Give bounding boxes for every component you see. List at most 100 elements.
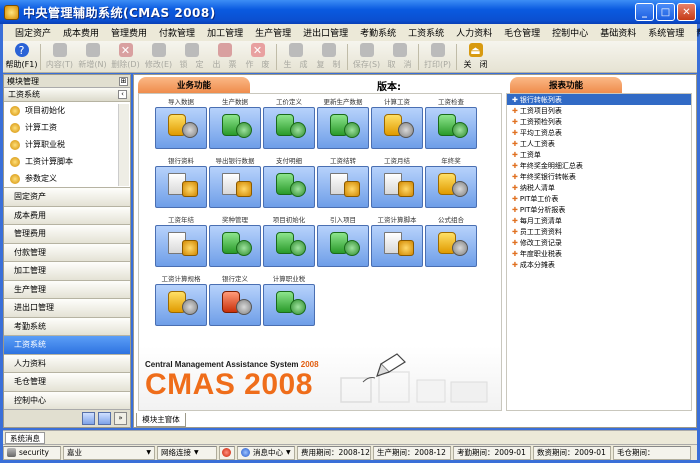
function-button[interactable]: 公式组合	[425, 216, 477, 268]
function-button[interactable]: 引入项目	[317, 216, 369, 268]
menu-item[interactable]: 人力资料	[450, 26, 498, 39]
pin-icon[interactable]: ⊞	[119, 76, 128, 86]
toolbar-button[interactable]: 复 制	[312, 41, 345, 72]
toolbar-button[interactable]: 修改(E)	[142, 41, 175, 72]
toolbar-button[interactable]: ✕ 作 废	[241, 41, 274, 72]
report-item[interactable]: ✚ 年终奖金明细汇总表	[507, 160, 691, 171]
menu-item[interactable]: 管理费用	[105, 26, 153, 39]
function-button[interactable]: 工资检查	[425, 98, 477, 150]
report-item[interactable]: ✚ 工资项目列表	[507, 105, 691, 116]
report-item[interactable]: ✚ 工人工资表	[507, 138, 691, 149]
module-sub-item[interactable]: 工资计算脚本	[4, 153, 130, 170]
report-item[interactable]: ✚ 年度职业税表	[507, 248, 691, 259]
toolbar-button[interactable]: ✕ 删除(D)	[109, 41, 142, 72]
module-group[interactable]: 固定资产	[4, 188, 130, 207]
main-window-tab[interactable]: 模块主窗体	[136, 413, 186, 427]
function-button[interactable]: 导出银行数据	[209, 157, 261, 209]
toolbar-button[interactable]: 出 票	[208, 41, 241, 72]
report-item[interactable]: ✚ 年终奖银行转帐表	[507, 171, 691, 182]
module-group[interactable]: 控制中心	[4, 391, 130, 410]
toolbar-button[interactable]: ⏏ 关 闭	[459, 41, 492, 72]
report-item[interactable]: ✚ 修改工资记录	[507, 237, 691, 248]
module-sub-item[interactable]: 项目初始化	[4, 102, 130, 119]
module-group[interactable]: 管理费用	[4, 225, 130, 244]
sub-list-scrollbar[interactable]	[118, 104, 129, 186]
report-item[interactable]: ✚ 工资预检列表	[507, 116, 691, 127]
menu-item[interactable]: 控制中心	[546, 26, 594, 39]
report-item[interactable]: ✚ 每月工资清单	[507, 215, 691, 226]
module-group[interactable]: 毛仓管理	[4, 373, 130, 392]
function-button[interactable]: 计算职业税	[263, 275, 315, 327]
more-icon[interactable]: »	[114, 412, 127, 425]
report-item[interactable]: ✚ PIT单分析报表	[507, 204, 691, 215]
system-message-tab[interactable]: 系统消息	[5, 432, 45, 444]
menu-item[interactable]: 帮助	[690, 26, 700, 39]
module-group[interactable]: 加工管理	[4, 262, 130, 281]
function-button[interactable]: 导入数据	[155, 98, 207, 150]
menu-item[interactable]: 付款管理	[153, 26, 201, 39]
view-small-icon[interactable]	[98, 412, 111, 425]
business-functions-tab[interactable]: 业务功能	[138, 77, 250, 93]
module-sub-item[interactable]: 计算工资	[4, 119, 130, 136]
toolbar-button[interactable]: 新增(N)	[76, 41, 109, 72]
menu-item[interactable]: 基础资料	[594, 26, 642, 39]
module-group[interactable]: 人力资料	[4, 354, 130, 373]
function-button[interactable]: 工资结转	[317, 157, 369, 209]
function-button[interactable]: 支付明细	[263, 157, 315, 209]
report-item[interactable]: ✚ 纳税人清单	[507, 182, 691, 193]
function-button[interactable]: 年终奖	[425, 157, 477, 209]
module-group[interactable]: 考勤系统	[4, 317, 130, 336]
function-button[interactable]: 银行定义	[209, 275, 261, 327]
module-group[interactable]: 工资系统	[4, 336, 130, 355]
module-group[interactable]: 生产管理	[4, 280, 130, 299]
view-large-icon[interactable]	[82, 412, 95, 425]
module-sub-item[interactable]: 参数定义	[4, 170, 130, 187]
toolbar-button[interactable]: ? 帮助(F1)	[5, 41, 38, 72]
menu-item[interactable]: 毛仓管理	[498, 26, 546, 39]
menu-item[interactable]: 固定资产	[9, 26, 57, 39]
function-button[interactable]: 工资年结	[155, 216, 207, 268]
report-item[interactable]: ✚ PIT单工价表	[507, 193, 691, 204]
toolbar-button[interactable]: 保存(S)	[350, 41, 383, 72]
menu-item[interactable]: 进出口管理	[297, 26, 354, 39]
minimize-icon[interactable]: _	[635, 3, 654, 21]
menu-item[interactable]: 考勤系统	[354, 26, 402, 39]
maximize-icon[interactable]: □	[656, 3, 675, 21]
report-item[interactable]: ✚ 成本分摊表	[507, 259, 691, 270]
menu-item[interactable]: 加工管理	[201, 26, 249, 39]
module-group[interactable]: 成本费用	[4, 206, 130, 225]
function-button[interactable]: 计算工资	[371, 98, 423, 150]
close-icon[interactable]: ✕	[677, 3, 696, 21]
function-button[interactable]: 工资月结	[371, 157, 423, 209]
toolbar-button[interactable]: 内容(T)	[43, 41, 76, 72]
report-item[interactable]: ✚ 工资单	[507, 149, 691, 160]
toolbar-button[interactable]: 打印(P)	[421, 41, 454, 72]
function-button[interactable]: 工资计算脚本	[371, 216, 423, 268]
report-item[interactable]: ✚ 员工工资资料	[507, 226, 691, 237]
module-group[interactable]: 进出口管理	[4, 299, 130, 318]
toolbar-button[interactable]: 生 成	[279, 41, 312, 72]
collapse-icon[interactable]: ‹	[118, 90, 127, 99]
function-button[interactable]: 奖种管理	[209, 216, 261, 268]
network-status[interactable]: 网络连接 ▼	[157, 445, 217, 460]
refresh-icon[interactable]	[219, 445, 235, 460]
function-button[interactable]: 生产数据	[209, 98, 261, 150]
menu-item[interactable]: 生产管理	[249, 26, 297, 39]
company-select[interactable]: 嘉业 ▼	[63, 445, 155, 460]
report-functions-tab[interactable]: 报表功能	[510, 77, 622, 93]
function-button[interactable]: 工资计算规格	[155, 275, 207, 327]
function-button[interactable]: 银行资料	[155, 157, 207, 209]
function-button[interactable]: 项目初始化	[263, 216, 315, 268]
menu-item[interactable]: 系统管理	[642, 26, 690, 39]
menu-item[interactable]: 成本费用	[57, 26, 105, 39]
toolbar-button[interactable]: 取 消	[383, 41, 416, 72]
function-button[interactable]: 更新生产数据	[317, 98, 369, 150]
section-header[interactable]: 工资系统 ‹	[4, 88, 130, 102]
toolbar-button[interactable]: 锁 定	[175, 41, 208, 72]
report-item[interactable]: ✚ 平均工资总表	[507, 127, 691, 138]
menu-item[interactable]: 工资系统	[402, 26, 450, 39]
message-center[interactable]: 消息中心 ▼	[237, 445, 295, 460]
module-sub-item[interactable]: 计算职业税	[4, 136, 130, 153]
function-button[interactable]: 工价定义	[263, 98, 315, 150]
report-item[interactable]: ✚ 银行转帐列表	[507, 94, 691, 105]
